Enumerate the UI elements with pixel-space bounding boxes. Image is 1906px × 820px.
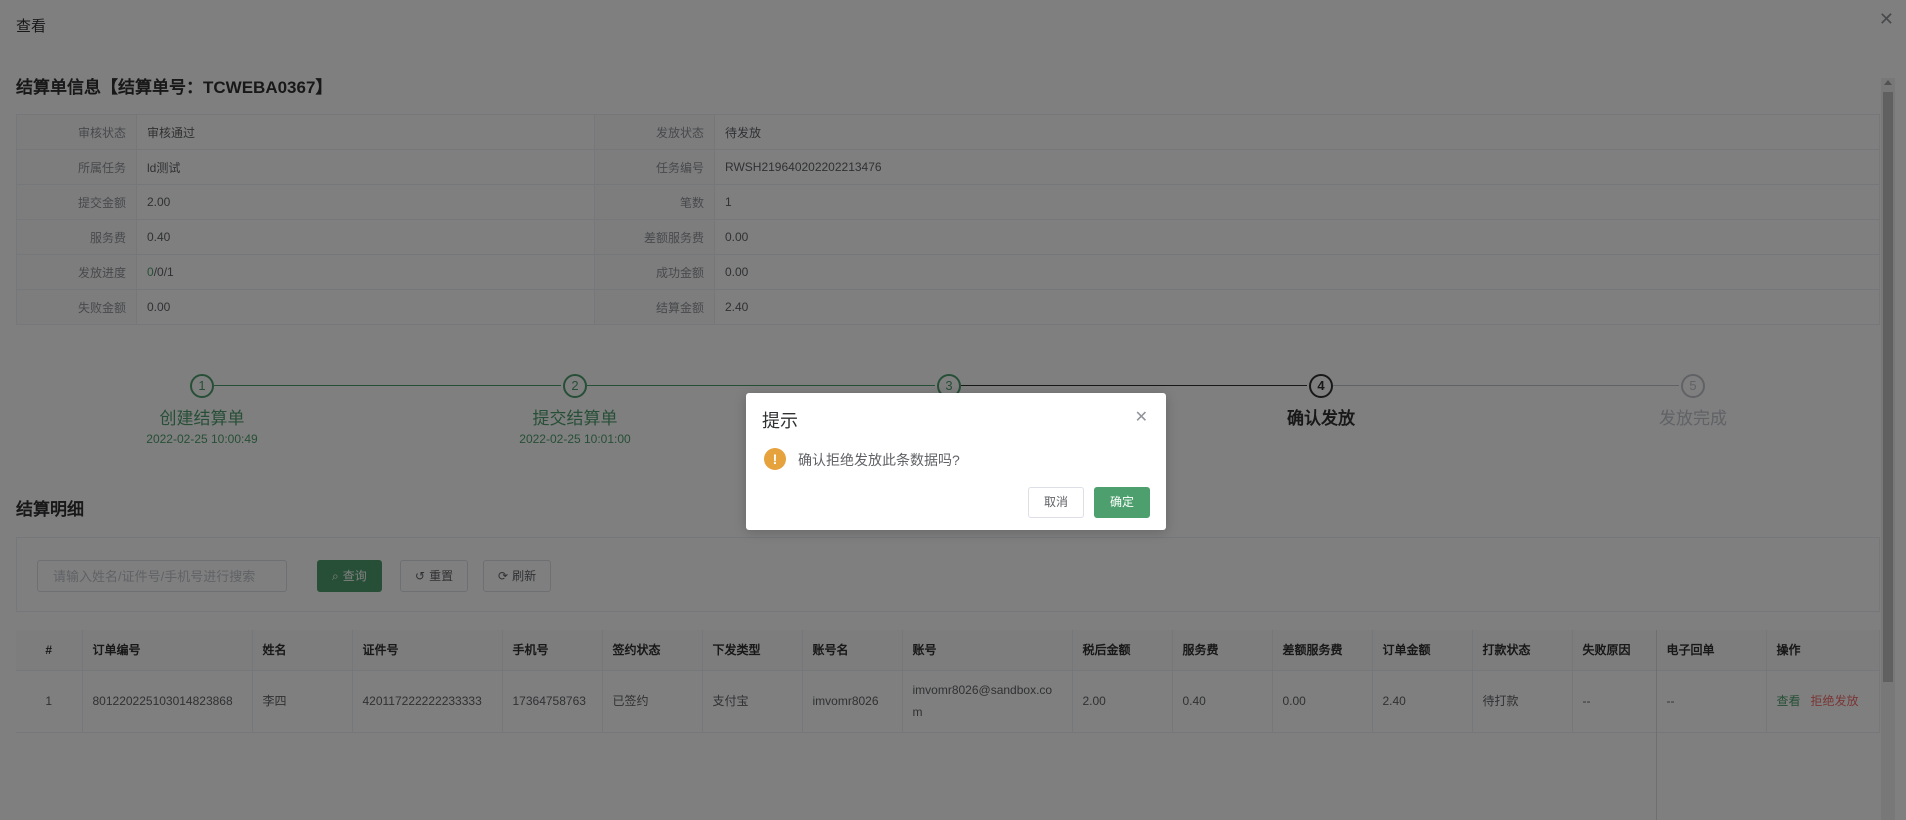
- dialog-title: 提示: [762, 411, 798, 431]
- confirm-button[interactable]: 确定: [1094, 487, 1150, 518]
- dialog-message: 确认拒绝发放此条数据吗?: [798, 452, 960, 468]
- cancel-button[interactable]: 取消: [1028, 487, 1084, 518]
- dialog-close-icon[interactable]: ✕: [1135, 407, 1148, 427]
- warning-icon: !: [764, 448, 786, 470]
- confirm-dialog: 提示 ✕ ! 确认拒绝发放此条数据吗? 取消 确定: [746, 393, 1166, 530]
